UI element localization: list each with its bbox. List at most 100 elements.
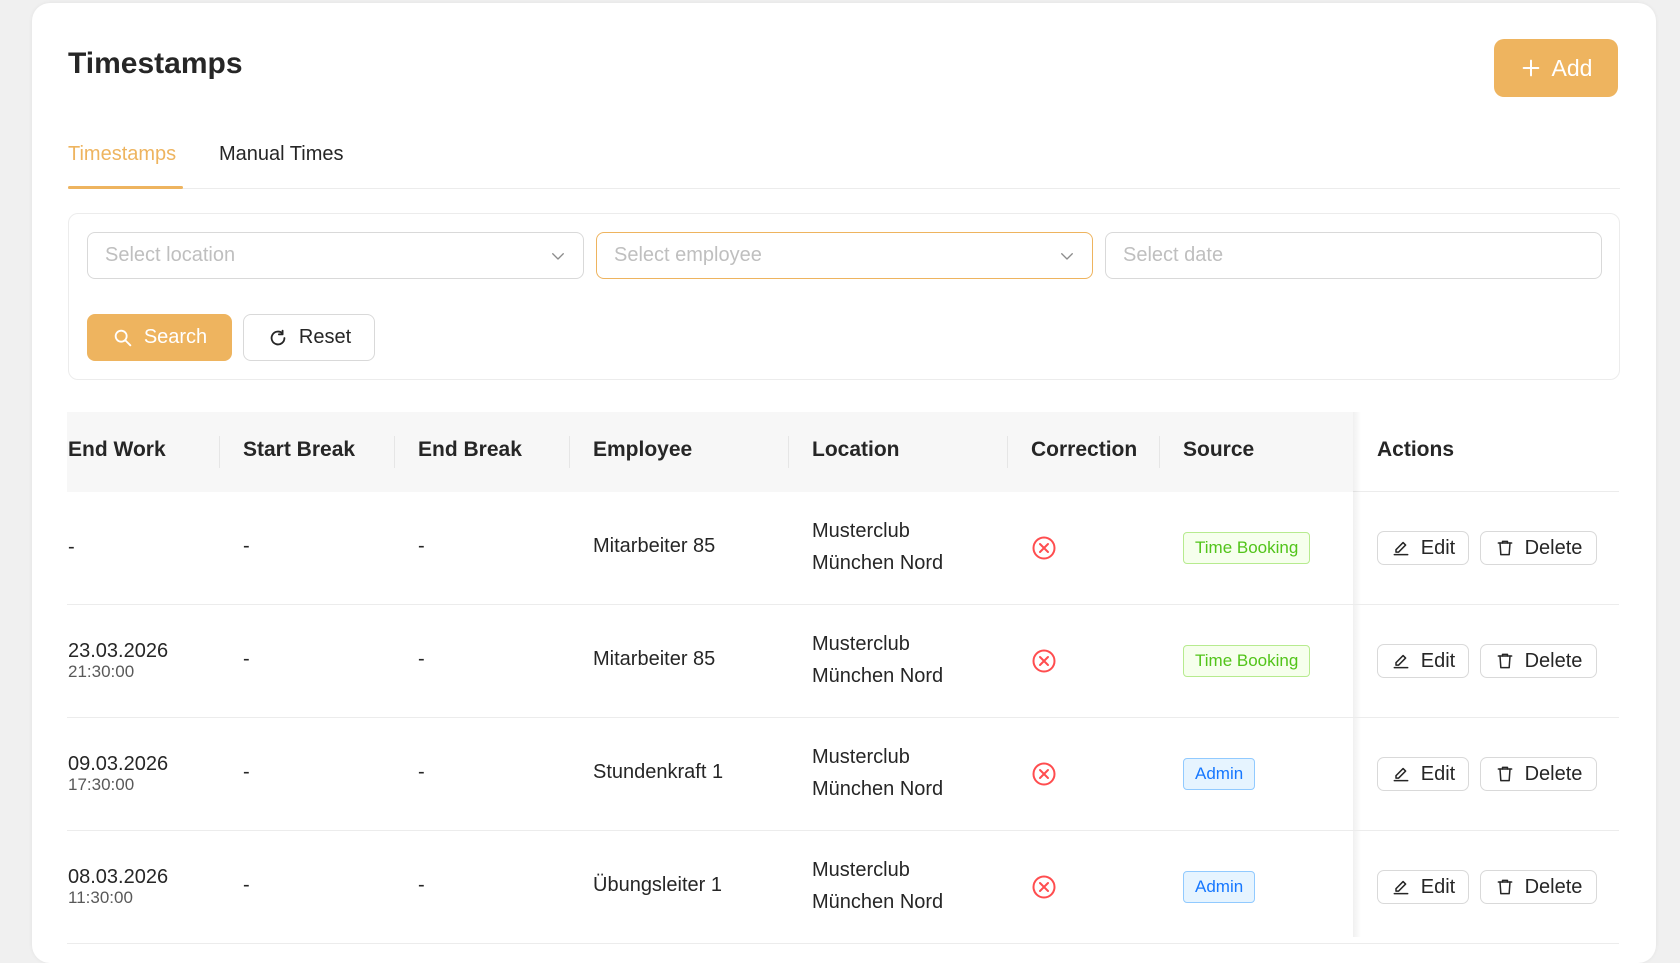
edit-icon [1393,541,1409,556]
delete-button-label: Delete [1524,762,1583,785]
column-header-correction: Correction [1031,438,1138,461]
table-row: 23.03.2026 21:30:00 - - Mitarbeiter 85 Muster… [67,605,1619,718]
delete-button[interactable]: Delete [1480,757,1597,791]
trash-icon [1497,653,1513,669]
location-line-2: München Nord [812,665,944,687]
filter-panel: Select location Select employee Select d… [68,213,1620,380]
column-separator [569,436,570,468]
column-separator [1007,436,1008,468]
edit-button-label: Edit [1420,536,1456,559]
delete-button[interactable]: Delete [1480,644,1597,678]
delete-button[interactable]: Delete [1480,870,1597,904]
table-row: - - - Mitarbeiter 85 Musterclub München Nord T… [67,492,1619,605]
column-separator [788,436,789,468]
location-line-1: Musterclub [812,520,910,542]
edit-button[interactable]: Edit [1377,870,1469,904]
end-work-date: 09.03.2026 [68,753,169,775]
location-line-1: Musterclub [812,633,910,655]
column-separator [394,436,395,468]
column-header-end-break: End Break [418,438,522,461]
column-header-employee: Employee [593,438,693,461]
start-break-cell: - [243,535,250,557]
location-line-2: München Nord [812,891,944,913]
tab-timestamps[interactable]: Timestamps [68,143,176,166]
employee-select[interactable]: Select employee [596,232,1093,279]
end-work-date: 23.03.2026 [68,640,169,662]
end-work-date: 08.03.2026 [68,866,169,888]
plus-icon [1522,59,1539,77]
end-work-cell: 08.03.2026 11:30:00 [68,865,168,907]
edit-button-label: Edit [1420,762,1456,785]
end-work-date: - [68,536,75,558]
tab-manual-times-label: Manual Times [219,143,344,165]
end-break-cell: - [418,761,425,783]
edit-icon [1393,767,1409,782]
chevron-down-icon [552,253,564,260]
edit-button-label: Edit [1420,649,1456,672]
location-select-placeholder: Select location [105,244,236,266]
column-separator [1159,436,1160,468]
edit-button[interactable]: Edit [1377,644,1469,678]
end-work-cell: - [68,535,75,559]
column-header-start-break: Start Break [243,438,356,461]
edit-icon [1393,880,1409,895]
edit-button[interactable]: Edit [1377,531,1469,565]
add-button[interactable]: Add [1494,39,1618,97]
source-tag: Time Booking [1183,532,1311,564]
end-break-cell: - [418,648,425,670]
add-button-label: Add [1551,54,1593,81]
source-tag: Admin [1183,871,1256,903]
trash-icon [1497,766,1513,782]
column-separator [219,436,220,468]
employee-cell: Stundenkraft 1 [593,761,724,783]
end-work-time: 17:30:00 [68,775,135,794]
employee-cell: Mitarbeiter 85 [593,648,716,670]
delete-button[interactable]: Delete [1480,531,1597,565]
close-circle-icon [1032,649,1056,673]
location-cell: Musterclub München Nord [812,628,943,692]
delete-button-label: Delete [1524,536,1583,559]
start-break-cell: - [243,874,250,896]
end-work-cell: 09.03.2026 17:30:00 [68,752,168,794]
tab-bar: Timestamps Manual Times [68,133,1620,189]
delete-button-label: Delete [1524,875,1583,898]
location-line-1: Musterclub [812,746,910,768]
search-icon [114,329,132,346]
delete-button-label: Delete [1524,649,1583,672]
column-header-source: Source [1183,438,1255,461]
page-title: Timestamps [68,47,243,80]
table-row: 09.03.2026 17:30:00 - - Stundenkraft 1 Muster… [67,718,1619,831]
location-line-1: Musterclub [812,859,910,881]
trash-icon [1497,879,1513,895]
end-work-time: 21:30:00 [68,662,135,681]
active-tab-indicator [68,186,183,189]
table-row: 08.03.2026 11:30:00 - - Übungsleiter 1 Muster… [67,831,1619,944]
end-work-cell: 23.03.2026 21:30:00 [68,639,168,681]
tab-timestamps-label: Timestamps [68,143,177,165]
source-tag: Admin [1183,758,1256,790]
edit-button[interactable]: Edit [1377,757,1469,791]
employee-cell: Mitarbeiter 85 [593,535,716,557]
employee-select-placeholder: Select employee [614,244,762,266]
chevron-down-icon [1061,253,1073,260]
edit-button-label: Edit [1420,875,1456,898]
location-select[interactable]: Select location [87,232,584,279]
location-cell: Musterclub München Nord [812,741,943,805]
tab-manual-times[interactable]: Manual Times [219,143,344,166]
end-break-cell: - [418,535,425,557]
edit-icon [1393,654,1409,669]
start-break-cell: - [243,761,250,783]
location-line-2: München Nord [812,778,944,800]
search-button[interactable]: Search [87,314,232,361]
close-circle-icon [1032,875,1056,899]
column-header-actions: Actions [1377,438,1455,461]
location-cell: Musterclub München Nord [812,515,943,579]
reset-button[interactable]: Reset [243,314,375,361]
column-header-end-work: End Work [68,438,166,461]
date-picker[interactable]: Select date [1105,232,1602,279]
source-tag: Time Booking [1183,645,1311,677]
reset-button-label: Reset [298,326,352,348]
close-circle-icon [1032,536,1056,560]
end-work-time: 11:30:00 [68,888,133,907]
location-line-2: München Nord [812,552,944,574]
